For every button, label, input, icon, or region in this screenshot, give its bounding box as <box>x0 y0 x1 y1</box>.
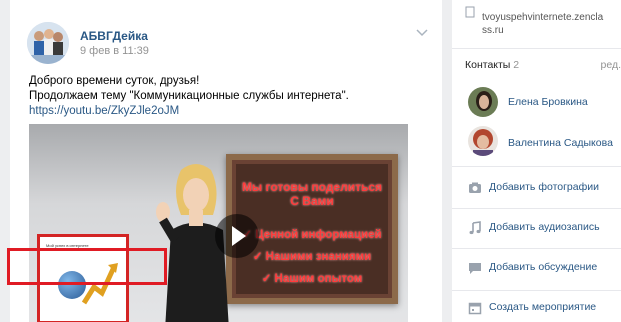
link-icon <box>465 6 475 18</box>
right-sidebar: tvoyuspehvinternete.zencla ss.ru Контакт… <box>452 0 621 322</box>
play-button[interactable] <box>215 214 259 258</box>
add-photos-button[interactable]: Добавить фотографии <box>468 178 618 200</box>
contact-name[interactable]: Валентина Садыкова <box>508 137 613 149</box>
divider <box>452 208 621 209</box>
contacts-label: Контакты <box>465 59 511 71</box>
add-audio-button[interactable]: Добавить аудиозапись <box>468 218 618 240</box>
action-label: Добавить фотографии <box>489 181 599 193</box>
divider <box>452 290 621 291</box>
board-item: ✓ Нашим опытом <box>261 273 363 285</box>
calendar-icon <box>468 302 482 315</box>
contact-name[interactable]: Елена Бровкина <box>508 96 588 108</box>
divider <box>452 166 621 167</box>
action-label: Добавить обсуждение <box>489 261 598 273</box>
post-author[interactable]: АБВГДейка <box>80 29 148 43</box>
create-event-button[interactable]: Создать мероприятие <box>468 298 618 320</box>
contacts-heading[interactable]: Контакты 2 <box>465 59 519 71</box>
divider <box>452 48 621 49</box>
post-text-line: Продолжаем тему "Коммуникационные службы… <box>29 90 349 102</box>
music-note-icon <box>469 221 481 235</box>
post-link[interactable]: https://youtu.be/ZkyZJle2oJM <box>29 105 179 117</box>
highlight-box <box>7 248 167 285</box>
contacts-count: 2 <box>513 59 520 71</box>
chevron-down-icon[interactable] <box>416 26 428 40</box>
board-title: С Вами <box>290 194 334 208</box>
contact-avatar[interactable] <box>468 87 498 117</box>
camera-icon <box>469 182 481 193</box>
site-link[interactable]: tvoyuspehvinternete.zencla ss.ru <box>482 11 621 37</box>
action-label: Создать мероприятие <box>489 301 597 313</box>
video-thumbnail[interactable]: Мы готовы поделиться С Вами ✓ Ценной инф… <box>29 124 408 322</box>
group-avatar[interactable] <box>27 22 69 64</box>
action-label: Добавить аудиозапись <box>489 221 600 233</box>
contact-avatar[interactable] <box>468 126 498 156</box>
post-text-line: Доброго времени суток, друзья! <box>29 75 200 87</box>
board-item: ✓ Нашими знаниями <box>252 251 372 263</box>
divider <box>452 248 621 249</box>
board-title: Мы готовы поделиться <box>241 180 383 194</box>
post-date[interactable]: 9 фев в 11:39 <box>80 45 149 57</box>
add-discussion-button[interactable]: Добавить обсуждение <box>468 258 618 280</box>
edit-link[interactable]: ред. <box>601 59 621 71</box>
chat-bubble-icon <box>469 263 481 274</box>
